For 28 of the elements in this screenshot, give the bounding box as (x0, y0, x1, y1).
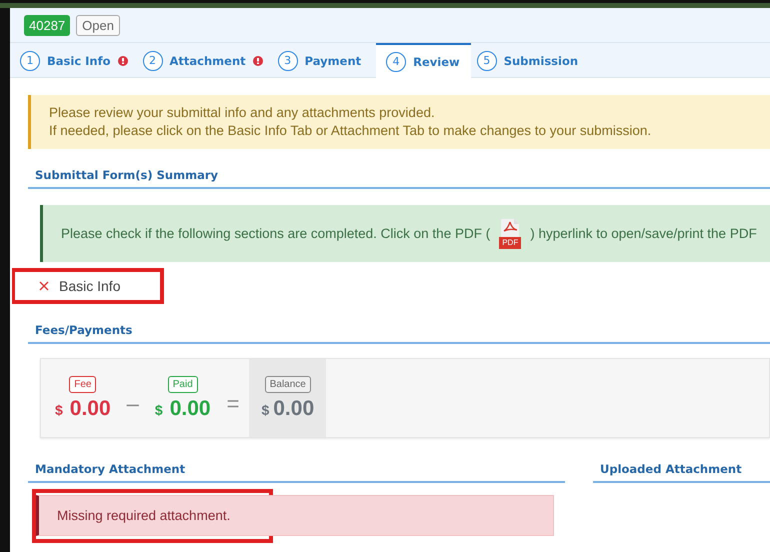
currency-sign: $ (154, 402, 163, 418)
tab[interactable]: 5 Submission (476, 44, 588, 77)
amount-tag: Paid (168, 376, 198, 392)
amount-value: 0.00 (170, 396, 211, 420)
notice-text: Please review your submittal info and any attachments provided. (49, 104, 436, 122)
tab[interactable]: 4 Review (376, 43, 471, 78)
record-number: 40287 (24, 14, 70, 36)
section-title: Mandatory Attachment (28, 448, 565, 483)
tab[interactable]: 1 Basic Info (20, 44, 137, 77)
amount-tag: Fee (69, 376, 96, 392)
section-title: Submittal Form(s) Summary (28, 149, 770, 189)
tab[interactable]: 2 Attachment (142, 44, 272, 77)
amount-value: 0.00 (273, 396, 314, 420)
operator-symbol: = (226, 391, 240, 417)
error-banner: Missing required attachment. (36, 495, 554, 536)
currency-sign: $ (55, 402, 63, 418)
currency-sign: $ (261, 402, 270, 418)
status-label: Open (76, 14, 120, 36)
section-title: Fees/Payments (28, 304, 770, 344)
notice-text: If needed, please click on the Basic Info Tab or Attachment Tab to make changes to your submission. (49, 122, 652, 140)
tab[interactable]: 3 Payment (278, 44, 370, 77)
operator-symbol: – (126, 391, 139, 417)
info-text: ) hyperlink to open/save/print the PDF (530, 226, 757, 241)
amount-tag: Balance (264, 376, 311, 392)
section-title: Uploaded Attachment (593, 448, 770, 483)
info-text: Please check if the following sections are completed. Click on the PDF ( (61, 226, 490, 241)
section-link[interactable]: Basic Info (59, 278, 120, 294)
amount-value: 0.00 (70, 396, 111, 420)
